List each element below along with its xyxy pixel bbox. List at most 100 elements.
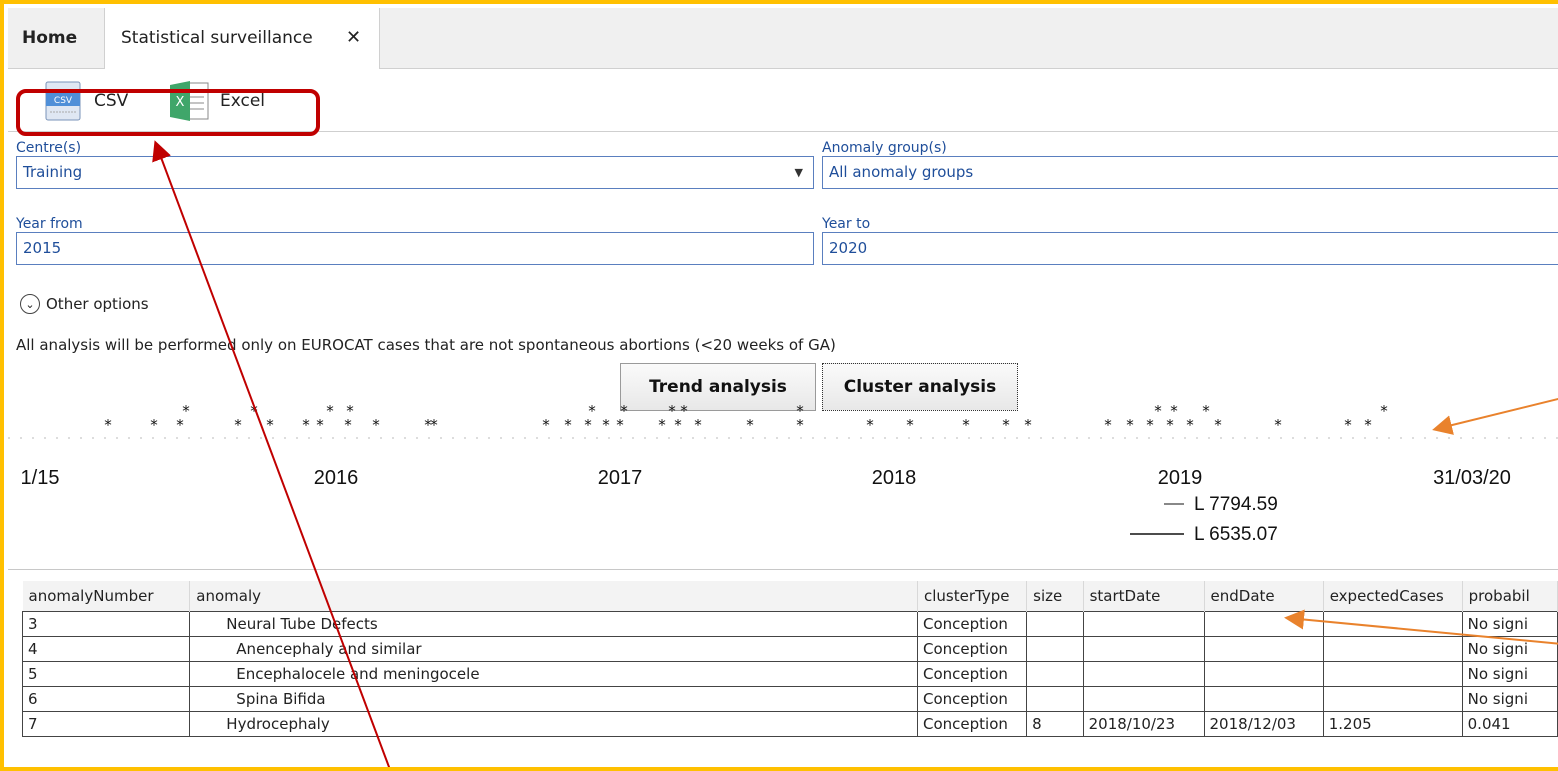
cluster-marker: * <box>104 416 112 434</box>
analysis-note: All analysis will be performed only on E… <box>16 336 836 354</box>
year-to-input[interactable]: 2020 <box>822 232 1558 265</box>
table-cell: 0.041 <box>1461 711 1558 737</box>
cluster-marker: * <box>1126 416 1134 434</box>
table-cell: No signi <box>1461 636 1558 662</box>
column-header-clustertype[interactable]: clusterType <box>917 581 1028 612</box>
cluster-marker: * <box>1024 416 1032 434</box>
tab-bar: Home Statistical surveillance ✕ <box>8 8 1558 69</box>
table-cell <box>1322 661 1463 687</box>
timeline-tick-label: 1/15 <box>21 467 60 489</box>
anomaly-group-dropdown[interactable]: All anomaly groups <box>822 156 1558 189</box>
cluster-marker: * <box>1154 402 1162 420</box>
cluster-marker: * <box>658 416 666 434</box>
table-cell: 7 <box>21 711 191 737</box>
cluster-marker: * <box>680 402 688 420</box>
cluster-marker: * <box>150 416 158 434</box>
close-icon[interactable]: ✕ <box>346 8 361 68</box>
table-cell <box>1203 686 1324 712</box>
table-row[interactable]: 3 Neural Tube Defects Conception No signi <box>21 611 1558 637</box>
table-cell: 4 <box>21 636 191 662</box>
cluster-marker: * <box>588 402 596 420</box>
cluster-marker: * <box>564 416 572 434</box>
table-cell: Encephalocele and meningocele <box>189 661 918 687</box>
cluster-marker: * <box>1170 402 1178 420</box>
cluster-marker: * <box>602 416 610 434</box>
cluster-marker: * <box>866 416 874 434</box>
cluster-marker: * <box>250 402 258 420</box>
column-header-probabil[interactable]: probabil <box>1462 581 1558 612</box>
table-cell <box>1082 636 1205 662</box>
table-cell: Hydrocephaly <box>189 711 918 737</box>
cluster-marker: * <box>346 402 354 420</box>
table-cell <box>1322 686 1463 712</box>
cluster-marker: * <box>1214 416 1222 434</box>
table-cell <box>1322 636 1463 662</box>
chevron-down-circle-icon: ⌄ <box>20 294 40 314</box>
table-cell: No signi <box>1461 611 1558 637</box>
table-cell: 8 <box>1026 711 1084 737</box>
column-header-startdate[interactable]: startDate <box>1083 581 1205 612</box>
cluster-marker: * <box>326 402 334 420</box>
table-cell <box>1082 686 1205 712</box>
cluster-marker: * <box>1344 416 1352 434</box>
table-header-row: anomalyNumber anomaly clusterType size start… <box>22 581 1558 612</box>
column-header-size[interactable]: size <box>1026 581 1084 612</box>
table-cell: Anencephaly and similar <box>189 636 918 662</box>
cluster-marker: * <box>1002 416 1010 434</box>
column-header-anomalynumber[interactable]: anomalyNumber <box>22 581 191 612</box>
table-cell <box>1026 611 1084 637</box>
cluster-marker: * <box>1146 416 1154 434</box>
table-cell: Spina Bifida <box>189 686 918 712</box>
centre-label: Centre(s) <box>16 140 82 156</box>
table-cell <box>1203 636 1324 662</box>
tab-statistical-surveillance[interactable]: Statistical surveillance ✕ <box>104 8 380 69</box>
centre-dropdown[interactable]: Training ▼ <box>16 156 814 189</box>
cluster-marker: * <box>620 402 628 420</box>
column-header-expectedcases[interactable]: expectedCases <box>1323 581 1463 612</box>
other-options-label: Other options <box>46 295 149 313</box>
table-row[interactable]: 4 Anencephaly and similar Conception No sig… <box>21 636 1558 662</box>
export-highlight-box <box>16 89 320 136</box>
cluster-marker: * <box>746 416 754 434</box>
cluster-marker: * <box>542 416 550 434</box>
cluster-marker: * <box>796 402 804 420</box>
results-table-panel: anomalyNumber anomaly clusterType size start… <box>8 569 1558 767</box>
centre-value: Training <box>23 163 83 181</box>
cluster-marker: * <box>266 416 274 434</box>
chevron-down-icon: ▼ <box>794 166 803 179</box>
table-cell: Conception <box>916 661 1028 687</box>
cluster-marker: * <box>1104 416 1112 434</box>
anomaly-group-label: Anomaly group(s) <box>822 140 947 156</box>
cluster-marker: * <box>316 416 324 434</box>
table-row[interactable]: 6 Spina Bifida Conception No signi <box>21 686 1558 712</box>
year-from-input[interactable]: 2015 <box>16 232 814 265</box>
anomaly-group-value: All anomaly groups <box>829 163 974 181</box>
year-from-value: 2015 <box>23 239 62 257</box>
table-cell: 3 <box>21 611 191 637</box>
year-to-value: 2020 <box>829 239 868 257</box>
table-cell <box>1026 636 1084 662</box>
column-header-enddate[interactable]: endDate <box>1204 581 1324 612</box>
cluster-marker: * <box>1186 416 1194 434</box>
table-cell: No signi <box>1461 686 1558 712</box>
table-cell <box>1026 661 1084 687</box>
table-cell <box>1026 686 1084 712</box>
cluster-marker: * <box>1274 416 1282 434</box>
table-cell <box>1203 661 1324 687</box>
table-cell <box>1322 611 1463 637</box>
cluster-marker: * <box>182 402 190 420</box>
table-row[interactable]: 5 Encephalocele and meningocele Conception… <box>21 661 1558 687</box>
app-window: Home Statistical surveillance ✕ CSV CSV <box>0 0 1558 771</box>
table-cell: 2018/12/03 <box>1203 711 1324 737</box>
timeline-tick-label: 2018 <box>872 467 917 489</box>
other-options-toggle[interactable]: ⌄ Other options <box>20 294 149 314</box>
cluster-marker: * <box>372 416 380 434</box>
tab-home[interactable]: Home <box>22 8 77 68</box>
cluster-marker: * <box>906 416 914 434</box>
column-header-anomaly[interactable]: anomaly <box>189 581 918 612</box>
cluster-marker: * <box>234 416 242 434</box>
table-cell: Conception <box>916 636 1028 662</box>
timeline-tick-label: 2016 <box>314 467 359 489</box>
table-body: 3 Neural Tube Defects Conception No signi 4 A… <box>21 611 1558 737</box>
table-row[interactable]: 7 Hydrocephaly Conception 8 2018/10/23 2018/1… <box>21 711 1558 737</box>
